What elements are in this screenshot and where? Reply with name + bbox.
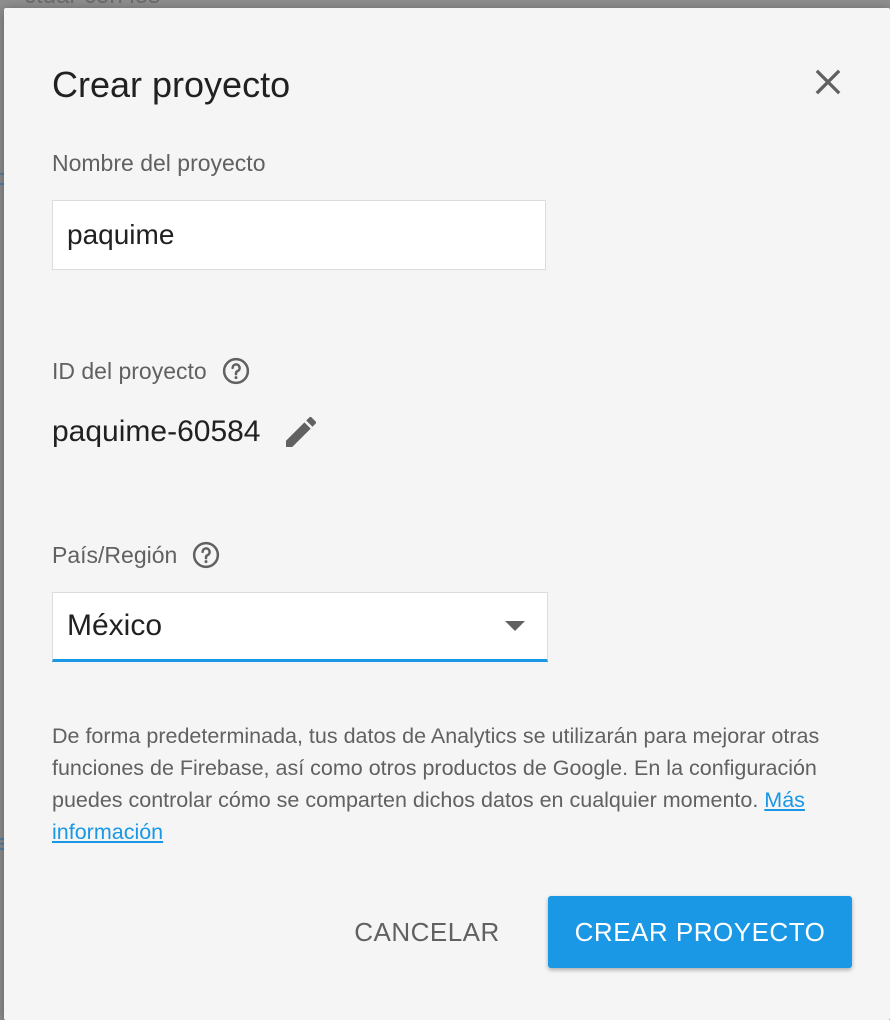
project-id-label: ID del proyecto	[52, 356, 251, 386]
country-label: País/Región	[52, 540, 221, 570]
project-name-label-text: Nombre del proyecto	[52, 150, 266, 176]
country-label-text: País/Región	[52, 541, 178, 568]
pencil-icon[interactable]	[281, 412, 321, 452]
project-id-row: paquime-60584	[52, 412, 321, 452]
project-id-label-text: ID del proyecto	[52, 357, 207, 384]
cancel-button[interactable]: CANCELAR	[334, 896, 520, 968]
country-select[interactable]: México	[52, 592, 548, 662]
disclaimer-text: De forma predeterminada, tus datos de An…	[52, 724, 820, 812]
create-project-dialog: Crear proyecto Nombre del proyecto ID de…	[4, 8, 890, 1020]
project-id-value: paquime-60584	[52, 415, 261, 448]
dialog-title: Crear proyecto	[52, 64, 291, 105]
project-name-label: Nombre del proyecto	[52, 150, 266, 177]
analytics-disclaimer: De forma predeterminada, tus datos de An…	[52, 720, 862, 848]
create-project-button[interactable]: CREAR PROYECTO	[548, 896, 852, 968]
close-icon[interactable]	[808, 62, 848, 102]
country-select-value: México	[67, 609, 163, 642]
project-name-input[interactable]	[52, 200, 546, 270]
help-circle-icon[interactable]	[191, 540, 221, 570]
help-circle-icon[interactable]	[221, 356, 251, 386]
chevron-down-icon	[505, 621, 525, 631]
